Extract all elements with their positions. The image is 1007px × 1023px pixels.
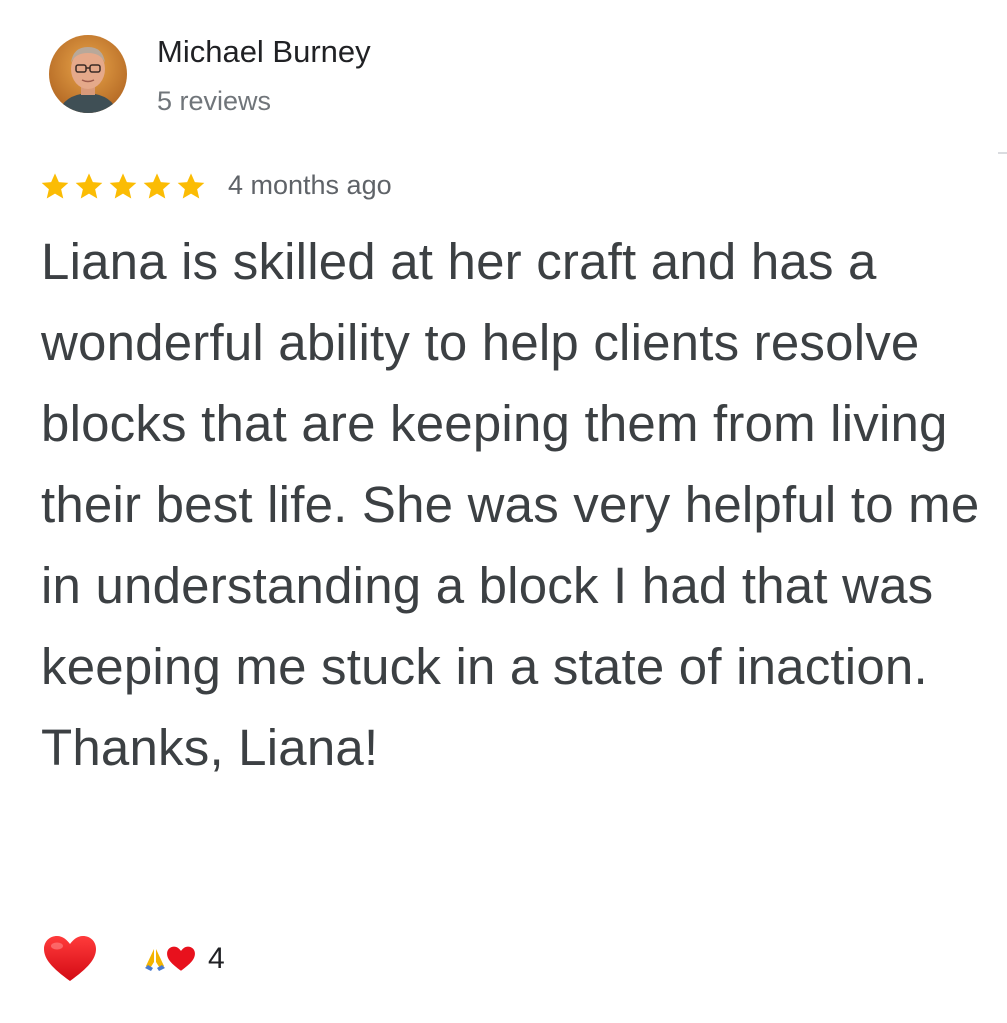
divider (998, 152, 1007, 154)
star-icon (177, 173, 205, 199)
heart-icon (167, 946, 195, 971)
star-icon (75, 173, 103, 199)
avatar[interactable] (49, 35, 127, 113)
star-icon (41, 173, 69, 199)
star-rating (38, 170, 208, 202)
reviewer-photo (49, 35, 127, 113)
reaction-summary[interactable]: 4 (142, 936, 225, 982)
reaction-count: 4 (208, 942, 225, 975)
review-card: Michael Burney 5 reviews 4 months ago Li… (0, 0, 1007, 1023)
heart-icon (44, 936, 96, 981)
review-time: 4 months ago (228, 170, 392, 200)
review-text: Liana is skilled at her craft and has a … (41, 233, 980, 776)
star-icon (143, 173, 171, 199)
reviewer-name[interactable]: Michael Burney (157, 32, 371, 72)
pray-icon (145, 949, 165, 971)
reviewer-review-count: 5 reviews (157, 86, 272, 116)
heart-react-button[interactable] (42, 934, 98, 984)
star-icon (109, 173, 137, 199)
